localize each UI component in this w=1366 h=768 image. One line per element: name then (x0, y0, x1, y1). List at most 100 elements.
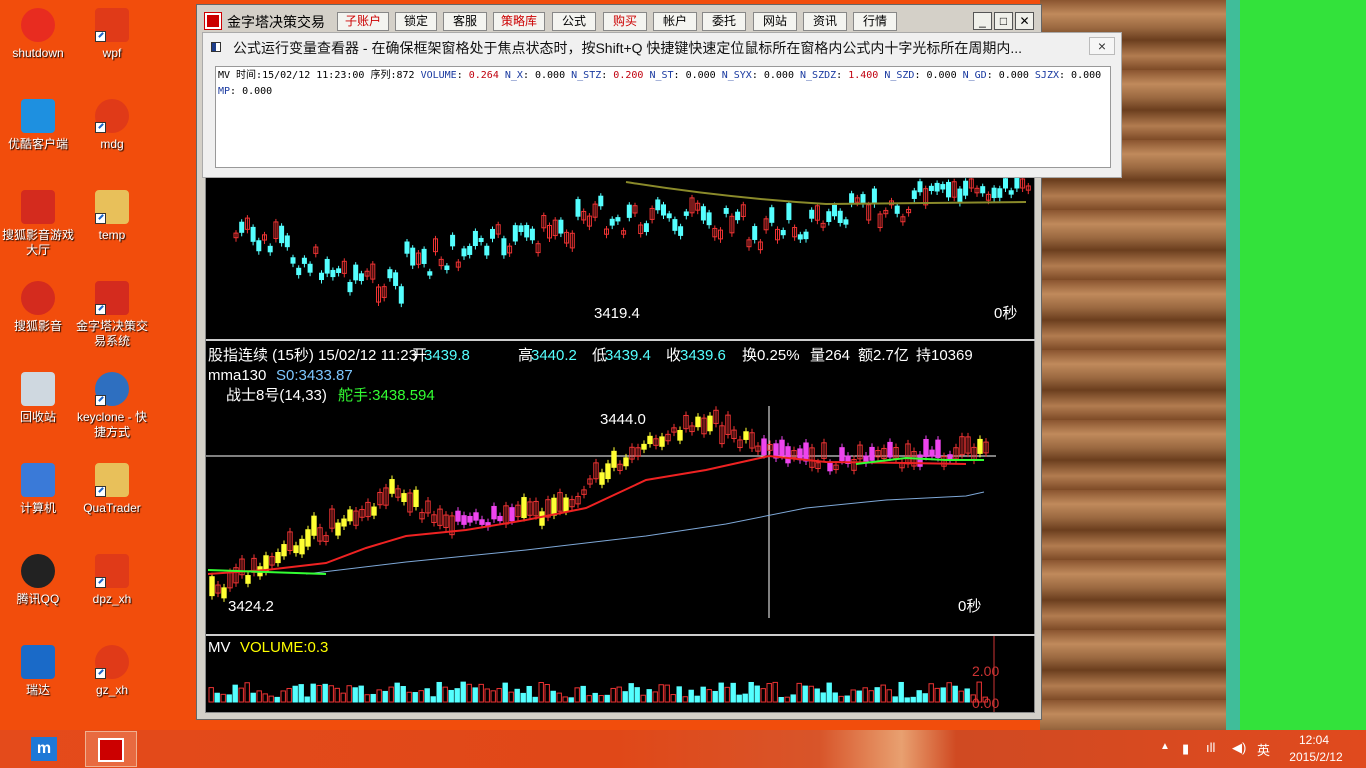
menu-button[interactable]: 委托 (702, 12, 746, 31)
volume-bar (610, 687, 616, 703)
volume-icon[interactable]: ◀) (1232, 740, 1248, 768)
volume-bar (274, 696, 280, 703)
menu-button[interactable]: 购买 (603, 12, 647, 31)
volume-bar (562, 696, 568, 703)
volume-bar (652, 691, 658, 703)
volume-bar (754, 685, 760, 703)
menu-button[interactable]: 客服 (443, 12, 487, 31)
desktop-icon[interactable]: 搜狐影音游戏大厅 (0, 190, 76, 258)
action-center-icon[interactable]: ▮ (1182, 741, 1196, 768)
desktop-icon[interactable]: 腾讯QQ (0, 554, 76, 607)
fighter-indicator: 战士8号(14,33) (226, 387, 327, 404)
volume-bar (568, 697, 574, 703)
close-button[interactable]: ✕ (1015, 12, 1034, 30)
volume-bar (310, 683, 316, 703)
top-candle (478, 237, 484, 242)
app-icon (21, 463, 55, 497)
top-candle (518, 225, 524, 232)
minimize-button[interactable]: _ (973, 12, 992, 30)
candlestick-svg[interactable]: 3419.4 0秒股指连续 (15秒) 15/02/12 11:23开3439.8… (206, 174, 1036, 714)
desktop-icon[interactable]: temp (74, 190, 150, 243)
volume-bar (664, 684, 670, 703)
volume-bar (790, 694, 796, 703)
desktop-icon[interactable]: 优酷客户端 (0, 99, 76, 152)
menu-button[interactable]: 行情 (853, 12, 897, 31)
menu-button[interactable]: 锁定 (395, 12, 437, 31)
top-candle (780, 229, 786, 236)
desktop-icon[interactable]: mdg (74, 99, 150, 152)
show-hidden-icons[interactable]: ▲ (1160, 741, 1170, 768)
desktop-icon[interactable]: dpz_xh (74, 554, 150, 607)
clock-date[interactable]: 2015/2/12 (1284, 750, 1348, 768)
top-candle (398, 286, 404, 304)
volume-bar (922, 693, 928, 703)
top-candle (410, 247, 416, 266)
volume-bar (406, 691, 412, 703)
var-value: 0.000 (763, 70, 794, 81)
desktop-icon[interactable]: shutdown (0, 8, 76, 61)
top-candle (655, 199, 661, 211)
variable-viewer-dialog[interactable]: 公式运行变量查看器 - 在确保框架窗格处于焦点状态时，按Shift+Q 快捷键快… (202, 32, 1122, 178)
volume-bar (874, 687, 880, 703)
menu-button[interactable]: 子账户 (337, 12, 389, 31)
pyramid-taskbar-button[interactable] (85, 731, 137, 767)
menu-button[interactable]: 帐户 (653, 12, 697, 31)
top-candle (894, 205, 900, 214)
top-candle (336, 268, 342, 274)
app-icon (21, 645, 55, 679)
menu-button[interactable]: 策略库 (493, 12, 545, 31)
maximize-button[interactable]: □ (994, 12, 1013, 30)
desktop-icon[interactable]: keyclone - 快捷方式 (74, 372, 150, 440)
volume-bar (322, 683, 328, 703)
low-label: 3424.2 (228, 598, 274, 615)
top-candle (279, 225, 285, 244)
desktop-icon[interactable]: gz_xh (74, 645, 150, 698)
top-candle (957, 188, 963, 203)
desktop-icon[interactable]: 回收站 (0, 372, 76, 425)
desktop-icon-label: 金字塔决策交易系统 (75, 319, 148, 348)
desktop-icon[interactable]: 瑞达 (0, 645, 76, 698)
desktop-icon[interactable]: QuaTrader (74, 463, 150, 516)
desktop-icon-label: gz_xh (95, 683, 129, 697)
main-candle (935, 439, 941, 459)
language-indicator[interactable]: 英 (1257, 740, 1270, 768)
volume-bar (574, 687, 580, 703)
main-candle (677, 429, 683, 441)
top-candle (290, 257, 296, 264)
menu-button[interactable]: 资讯 (803, 12, 847, 31)
main-candle (305, 529, 311, 547)
top-candle (1008, 190, 1014, 195)
shortcut-arrow-icon (95, 395, 106, 406)
desktop-icon[interactable]: 金字塔决策交易系统 (74, 281, 150, 349)
quote-field: 3440.2 (531, 347, 577, 364)
var-value: 0.000 (535, 70, 566, 81)
main-candle (209, 576, 215, 597)
var-name: N_SYX (721, 70, 752, 81)
app-icon (21, 99, 55, 133)
menu-button[interactable]: 网站 (753, 12, 797, 31)
desktop-icon[interactable]: 计算机 (0, 463, 76, 516)
menu-button[interactable]: 公式 (552, 12, 596, 31)
volume-bar (538, 682, 544, 703)
app-icon (95, 554, 129, 588)
var-name: MP (218, 86, 231, 97)
var-name: VOLUME (420, 70, 457, 81)
volume-bar (886, 689, 892, 703)
top-candle (615, 217, 621, 222)
desktop-icon[interactable]: 搜狐影音 (0, 281, 76, 334)
vol-tick-label: 2.00 (972, 663, 999, 679)
volume-bar (460, 681, 466, 703)
top-candle (928, 185, 934, 191)
dialog-close-button[interactable]: × (1089, 37, 1115, 55)
volume-bar (838, 695, 844, 703)
maxthon-taskbar-icon[interactable]: m (24, 731, 64, 767)
volume-bar (334, 687, 340, 703)
volume-bar (808, 685, 814, 703)
desktop-icon[interactable]: wpf (74, 8, 150, 61)
desktop-icon-label: 搜狐影音 (13, 319, 62, 333)
top-candle (723, 208, 729, 214)
chart-area[interactable]: 3419.4 0秒 股指连续 (15秒) 15/02/12 11:23 开 3439.8… (205, 174, 1036, 714)
volume-bar (868, 690, 874, 703)
network-icon[interactable]: ıll (1206, 740, 1224, 768)
main-title: 股指连续 (15秒) 15/02/12 11:23 (208, 347, 417, 364)
